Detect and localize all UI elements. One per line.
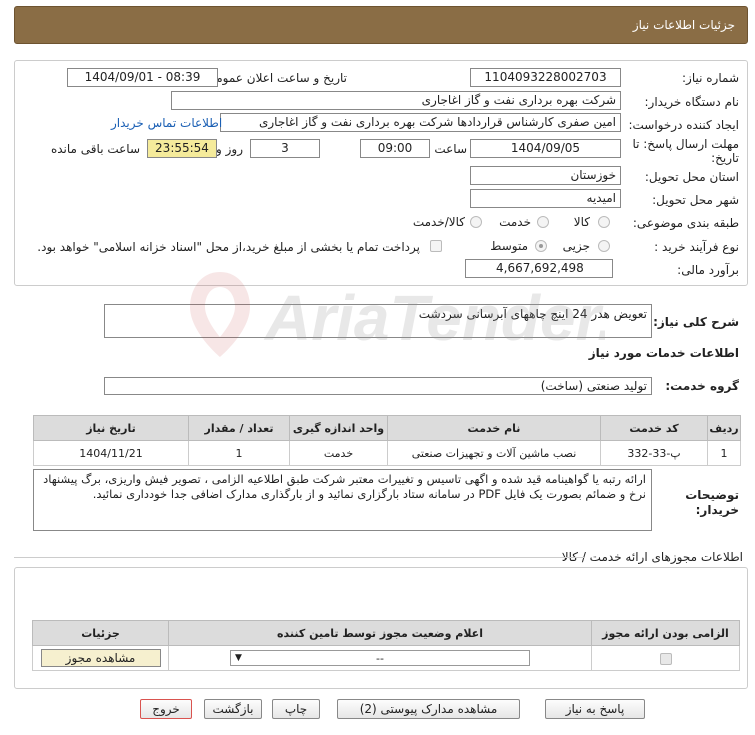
process-radio-medium[interactable] (535, 240, 547, 252)
deadline-label-date: تاریخ: (711, 151, 739, 165)
city-label: شهر محل تحویل: (652, 193, 739, 207)
col-permit-status: اعلام وضعیت مجوز توسط تامین کننده (168, 620, 592, 646)
permits-header-row: الزامی بودن ارائه مجوز اعلام وضعیت مجوز … (32, 620, 740, 646)
col-need-date: تاریخ نیاز (33, 415, 189, 441)
description-field[interactable]: تعویض هدر 24 اینچ چاههای آبرسانی سردشت (104, 304, 652, 338)
buyer-notes-label: توضیحات (685, 488, 739, 502)
service-group-label: گروه خدمت: (665, 379, 739, 393)
col-permit-required: الزامی بودن ارائه مجوز (591, 620, 740, 646)
col-quantity: تعداد / مقدار (188, 415, 290, 441)
cell-service-code: پ-33-332 (600, 440, 708, 466)
process-label: نوع فرآیند خرید : (654, 240, 739, 254)
exit-button[interactable]: خروج (140, 699, 192, 719)
category-label: طبقه بندی موضوعی: (632, 216, 739, 230)
permit-required-checkbox[interactable] (659, 652, 672, 665)
days-remaining-field[interactable]: 3 (250, 139, 320, 158)
province-label: استان محل تحویل: (644, 170, 739, 184)
reply-button[interactable]: پاسخ به نیاز (545, 699, 645, 719)
table-row: -- ▼ مشاهده مجوز (32, 645, 740, 671)
category-option-service: خدمت (499, 215, 531, 229)
back-button[interactable]: بازگشت (204, 699, 262, 719)
col-service-code: کد خدمت (600, 415, 708, 441)
chevron-down-icon: ▼ (235, 653, 242, 663)
buyer-notes-label-2: خریدار: (695, 503, 739, 517)
cell-service-name: نصب ماشین آلات و تجهیزات صنعتی (387, 440, 601, 466)
col-permit-details: جزئیات (32, 620, 169, 646)
province-field[interactable]: خوزستان (470, 166, 621, 185)
category-option-goods: کالا (573, 215, 590, 229)
cell-permit-required (591, 645, 740, 671)
need-number-field[interactable]: 1104093228002703 (470, 68, 621, 87)
permits-divider (14, 557, 584, 558)
page-title: جزئیات اطلاعات نیاز (632, 18, 735, 32)
budget-field[interactable]: 4,667,692,498 (465, 259, 613, 278)
budget-label: برآورد مالی: (677, 263, 739, 277)
page-header: جزئیات اطلاعات نیاز (14, 6, 748, 44)
col-row: ردیف (707, 415, 741, 441)
creator-label: ایجاد کننده درخواست: (628, 118, 739, 132)
services-table-wrap: ردیف کد خدمت نام خدمت واحد اندازه گیری ت… (33, 415, 741, 466)
cell-permit-status: -- ▼ (168, 645, 592, 671)
deadline-hour-label: ساعت (434, 142, 467, 156)
days-label: روز و (216, 142, 243, 156)
services-table: ردیف کد خدمت نام خدمت واحد اندازه گیری ت… (33, 415, 741, 466)
category-option-both: کالا/خدمت (412, 215, 465, 229)
process-radio-minor[interactable] (598, 240, 610, 252)
category-radio-service[interactable] (537, 216, 549, 228)
description-label: شرح کلی نیاز: (653, 315, 739, 329)
permits-table: الزامی بودن ارائه مجوز اعلام وضعیت مجوز … (32, 620, 740, 671)
permit-status-select[interactable]: -- ▼ (230, 650, 530, 666)
cell-unit: خدمت (289, 440, 388, 466)
need-number-label: شماره نیاز: (682, 71, 739, 85)
category-radio-both[interactable] (470, 216, 482, 228)
deadline-date-field[interactable]: 1404/09/05 (470, 139, 621, 158)
announce-date-label: تاریخ و ساعت اعلان عمومی: (202, 71, 347, 85)
cell-need-date: 1404/11/21 (33, 440, 189, 466)
col-unit: واحد اندازه گیری (289, 415, 388, 441)
services-header-row: ردیف کد خدمت نام خدمت واحد اندازه گیری ت… (33, 415, 741, 441)
remaining-time-field: 23:55:54 (147, 139, 217, 158)
treasury-checkbox[interactable] (430, 240, 442, 252)
service-group-field[interactable]: تولید صنعتی (ساخت) (104, 377, 652, 395)
treasury-text: پرداخت تمام یا بخشی از مبلغ خرید،از محل … (37, 240, 420, 254)
permits-table-wrap: الزامی بودن ارائه مجوز اعلام وضعیت مجوز … (32, 620, 740, 671)
permits-title: اطلاعات مجوزهای ارائه خدمت / کالا (561, 550, 743, 564)
col-service-name: نام خدمت (387, 415, 601, 441)
process-option-minor: جزیی (562, 239, 590, 253)
print-button[interactable]: چاپ (272, 699, 320, 719)
permit-select-value: -- (376, 652, 384, 665)
table-row: 1 پ-33-332 نصب ماشین آلات و تجهیزات صنعت… (33, 440, 741, 466)
remaining-time-label: ساعت باقی مانده (50, 142, 140, 156)
category-radio-goods[interactable] (598, 216, 610, 228)
buyer-contact-link[interactable]: اطلاعات تماس خریدار (111, 116, 222, 130)
services-section-title: اطلاعات خدمات مورد نیاز (588, 346, 739, 360)
buyer-notes-field[interactable]: ارائه رتبه یا گواهینامه قید شده و اگهی ت… (33, 469, 652, 531)
view-permit-button[interactable]: مشاهده مجوز (40, 649, 161, 667)
creator-field[interactable]: امین صفری کارشناس قراردادها شرکت بهره بر… (220, 113, 621, 132)
cell-permit-details: مشاهده مجوز (32, 645, 169, 671)
deadline-label: مهلت ارسال پاسخ: تا (632, 137, 739, 151)
announce-date-field[interactable]: 1404/09/01 - 08:39 (67, 68, 218, 87)
buyer-notes-text: ارائه رتبه یا گواهینامه قید شده و اگهی ت… (43, 472, 646, 501)
cell-quantity: 1 (188, 440, 290, 466)
deadline-time-field[interactable]: 09:00 (360, 139, 430, 158)
view-attachments-button[interactable]: مشاهده مدارک پیوستی (2) (337, 699, 520, 719)
process-option-medium: متوسط (490, 239, 528, 253)
buyer-org-label: نام دستگاه خریدار: (644, 95, 740, 109)
cell-row: 1 (707, 440, 741, 466)
city-field[interactable]: امیدیه (470, 189, 621, 208)
buyer-org-field[interactable]: شرکت بهره برداری نفت و گاز اغاجاری (171, 91, 621, 110)
